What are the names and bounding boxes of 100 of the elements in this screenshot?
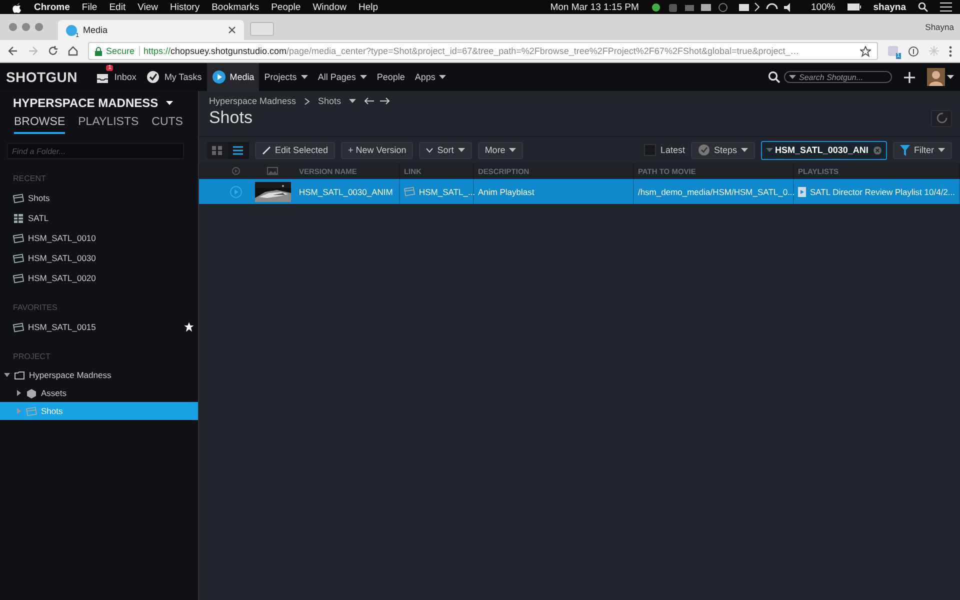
chevron-icon [426, 148, 434, 152]
new-version-button[interactable]: + New Version [341, 142, 414, 158]
nav-item[interactable]: Projects [259, 63, 313, 91]
filter-button[interactable]: Filter [893, 142, 952, 158]
breadcrumb-link[interactable]: Hyperspace Madness [208, 96, 296, 106]
tree-item[interactable]: Assets [0, 384, 198, 402]
chevron-icon [304, 98, 310, 104]
search-icon [768, 71, 780, 83]
list-view-button[interactable] [228, 142, 249, 158]
film-icon [26, 406, 37, 416]
caret-icon [789, 75, 796, 79]
nav-item[interactable]: People [372, 63, 410, 91]
cube-icon [26, 388, 37, 398]
user-menu[interactable]: shayna [873, 2, 906, 12]
person-icon [927, 68, 945, 86]
checkmark-icon [698, 144, 710, 156]
folder-search-field[interactable]: Find a Folder... [7, 143, 184, 159]
folder-item[interactable]: HSM_SATL_0020 [0, 268, 198, 288]
table-cell: SATL Director Review Playlist 10/4/2... [794, 179, 960, 204]
clear-icon [873, 146, 882, 154]
app-menu[interactable]: Chrome [34, 2, 70, 12]
film-icon [13, 192, 24, 204]
search-field[interactable]: Search Shotgun... [784, 71, 892, 83]
film-icon [13, 322, 24, 332]
funnel-icon [900, 144, 910, 156]
more-button[interactable]: More [478, 142, 524, 158]
film-icon [13, 252, 24, 264]
grid-icon [212, 146, 222, 154]
caret-icon [458, 148, 465, 152]
checkbox[interactable] [644, 144, 656, 156]
more-icon [949, 46, 952, 56]
menu-item[interactable]: View [138, 2, 158, 12]
reload-icon [48, 46, 58, 56]
nav-item[interactable]: Apps [410, 63, 452, 91]
folder-item[interactable]: HSM_SATL_0030 [0, 248, 198, 268]
caret-icon [4, 372, 10, 378]
menu-item[interactable]: File [82, 2, 98, 12]
forward-icon [28, 46, 38, 56]
menu-item[interactable]: Edit [109, 2, 126, 12]
lock-icon [95, 46, 102, 56]
plus-icon [904, 72, 915, 82]
section-heading: PROJECT [12, 351, 52, 363]
secure-label: Secure [106, 46, 140, 56]
close-icon [228, 26, 236, 34]
steps-button[interactable]: Steps [690, 142, 755, 158]
tree-item[interactable]: Hyperspace Madness [0, 366, 198, 384]
url-text: https://chopsuey.shotgunstudio.com/page/media_center?type=Shot&project_id=67&tree_path=%2Fbrowse_tree%2FProject%2F67%2FShot&global=true&project_… [144, 46, 800, 56]
checkmark-icon [146, 70, 160, 84]
menu-item[interactable]: Help [358, 2, 378, 12]
profile-name[interactable]: Shayna [925, 22, 954, 32]
menu-item[interactable]: People [271, 2, 301, 12]
folder-item[interactable]: Shots [0, 188, 198, 208]
project-menu[interactable]: HYPERSPACE MADNESS [0, 91, 198, 110]
folder-item[interactable]: HSM_SATL_0010 [0, 228, 198, 248]
sidebar-tab[interactable]: BROWSE [14, 116, 66, 134]
film-icon [13, 232, 24, 244]
table-cell: Anim Playblast [474, 179, 634, 204]
sidebar-tab[interactable]: PLAYLISTS [78, 116, 139, 134]
folder-item[interactable]: HSM_SATL_0015 [0, 317, 198, 337]
apple-icon [12, 2, 22, 12]
section-heading: RECENT [12, 173, 47, 185]
checkbox-label: Latest [660, 145, 685, 155]
caret-icon [741, 148, 748, 152]
nav-item[interactable]: All Pages [312, 63, 372, 91]
menu-item[interactable]: Bookmarks [212, 2, 260, 12]
info-icon [908, 46, 919, 56]
battery-text: 100% [810, 2, 836, 12]
folder-item[interactable]: SATL [0, 208, 198, 228]
avatar-icon[interactable] [927, 68, 954, 86]
nav-item[interactable]: My Tasks [141, 63, 207, 91]
caret-icon [509, 148, 516, 152]
table-cell: /hsm_demo_media/HSM/HSM_SATL_0... [634, 179, 794, 204]
table-row[interactable]: HSM_SATL_0030_ANIM HSM_SATL_... Anim Playblast /hsm_demo_media/HSM/HSM_SATL_0... SATL Director Review Playlist 10/4/2... [198, 179, 960, 204]
refresh-button[interactable] [931, 110, 952, 126]
section-heading: FAVORITES [12, 302, 58, 314]
battery-icon [847, 3, 862, 11]
edit-selected-button[interactable]: Edit Selected [254, 142, 336, 158]
table-link[interactable]: HSM_SATL_... [400, 179, 474, 204]
folder-icon [14, 370, 25, 380]
caret-icon [16, 408, 22, 414]
caret-icon [947, 75, 954, 79]
image-icon [267, 167, 278, 175]
film-icon [404, 186, 415, 197]
menu-item[interactable]: Window [312, 2, 346, 12]
sort-button[interactable]: Sort [419, 142, 472, 158]
play-icon [232, 167, 240, 175]
app-logo[interactable]: SHOTGUN [6, 69, 78, 85]
nav-item[interactable]: Media [206, 63, 260, 91]
breadcrumb-link[interactable]: Shots [318, 96, 356, 106]
table-cell: HSM_SATL_0030_ANIM [294, 179, 400, 204]
grid-icon [13, 212, 24, 224]
page-title: Shots [208, 108, 254, 128]
address-field[interactable]: Secure https://chopsuey.shotgunstudio.com/page/media_center?type=Shot&project_id=67&tree_path=%2Fbrowse_tree%2FProject%2F67%2FShot&global=true&project_… [88, 42, 878, 60]
sidebar-tab[interactable]: CUTS [152, 116, 183, 134]
play-icon [230, 186, 242, 198]
list-icon [940, 2, 952, 12]
caret-icon [349, 99, 356, 103]
search-field[interactable]: HSM_SATL_0030_ANI [761, 140, 887, 160]
menu-item[interactable]: History [170, 2, 200, 12]
history-arrows-icon [364, 97, 390, 105]
